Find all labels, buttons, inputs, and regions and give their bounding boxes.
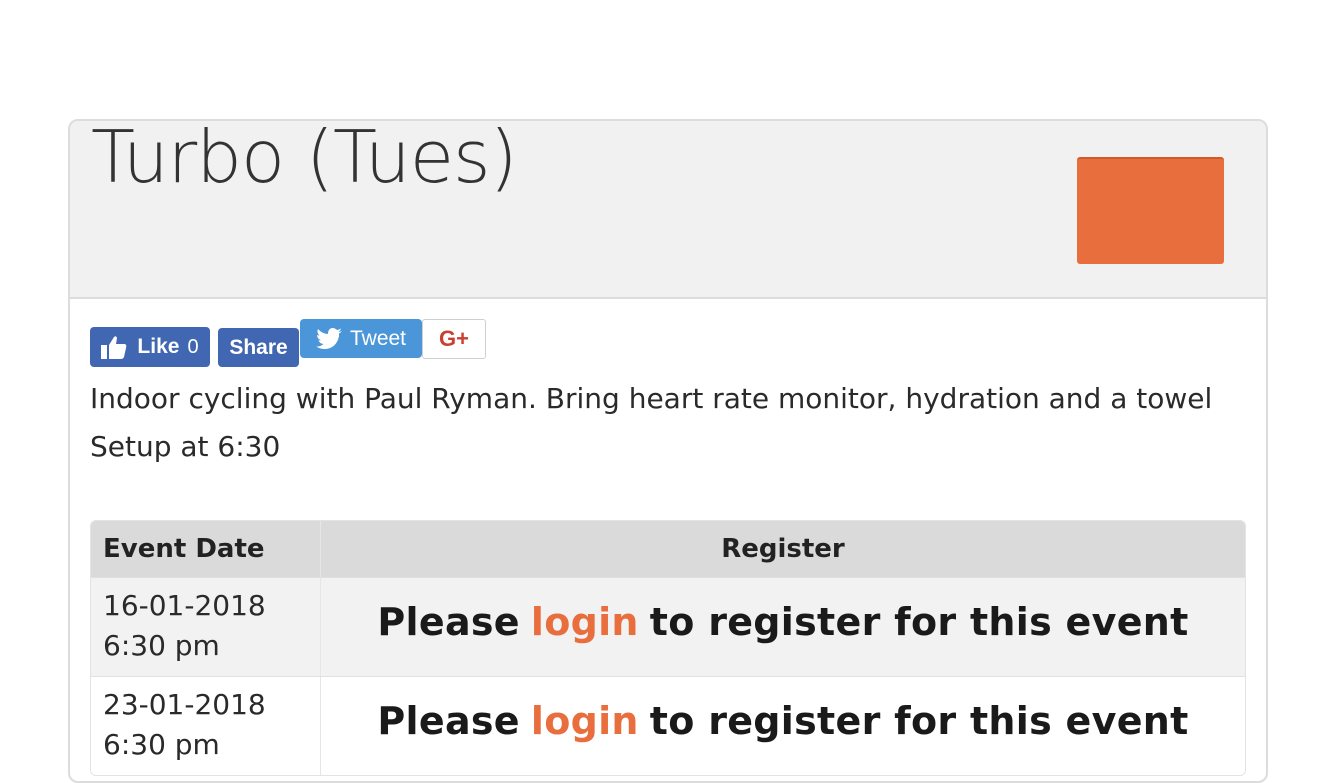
like-label: Like bbox=[137, 335, 180, 358]
event-panel: Turbo (Tues) Like 0 Share Tweet G+ Indoo… bbox=[68, 119, 1268, 783]
event-dates-table: Event Date Register 16-01-2018 6:30 pm P… bbox=[90, 520, 1246, 776]
event-title: Turbo (Tues) bbox=[91, 119, 518, 199]
event-date-cell: 16-01-2018 6:30 pm bbox=[91, 578, 321, 676]
register-prefix: Please bbox=[377, 699, 520, 743]
event-time: 6:30 pm bbox=[103, 629, 220, 662]
register-suffix: to register for this event bbox=[649, 699, 1189, 743]
register-cell: Please login to register for this event bbox=[321, 578, 1245, 676]
like-count: 0 bbox=[187, 335, 199, 358]
tweet-label: Tweet bbox=[349, 326, 407, 350]
twitter-bird-icon bbox=[315, 327, 342, 349]
event-header: Turbo (Tues) bbox=[70, 121, 1266, 299]
header-register: Register bbox=[721, 534, 845, 564]
facebook-like-button[interactable]: Like 0 bbox=[90, 327, 210, 367]
event-time: 6:30 pm bbox=[103, 728, 220, 761]
thumbs-up-icon bbox=[101, 336, 127, 359]
table-header-row: Event Date Register bbox=[91, 521, 1245, 577]
setup-line: Setup at 6:30 bbox=[90, 430, 281, 463]
register-suffix: to register for this event bbox=[649, 600, 1189, 644]
event-date: 16-01-2018 bbox=[103, 589, 266, 622]
event-date-cell: 23-01-2018 6:30 pm bbox=[91, 677, 321, 775]
tweet-button[interactable]: Tweet bbox=[300, 319, 422, 358]
login-link[interactable]: login bbox=[531, 699, 639, 743]
register-cell: Please login to register for this event bbox=[321, 677, 1245, 775]
header-event-date: Event Date bbox=[91, 521, 321, 577]
login-link[interactable]: login bbox=[531, 600, 639, 644]
action-button[interactable] bbox=[1077, 157, 1224, 264]
register-prefix: Please bbox=[377, 600, 520, 644]
table-row: 23-01-2018 6:30 pm Please login to regis… bbox=[91, 676, 1245, 775]
event-description: Indoor cycling with Paul Ryman. Bring he… bbox=[90, 375, 1212, 471]
table-row: 16-01-2018 6:30 pm Please login to regis… bbox=[91, 577, 1245, 676]
facebook-share-button[interactable]: Share bbox=[218, 328, 299, 367]
description-line: Indoor cycling with Paul Ryman. Bring he… bbox=[90, 382, 1213, 415]
google-plus-button[interactable]: G+ bbox=[422, 319, 486, 359]
event-date: 23-01-2018 bbox=[103, 688, 266, 721]
